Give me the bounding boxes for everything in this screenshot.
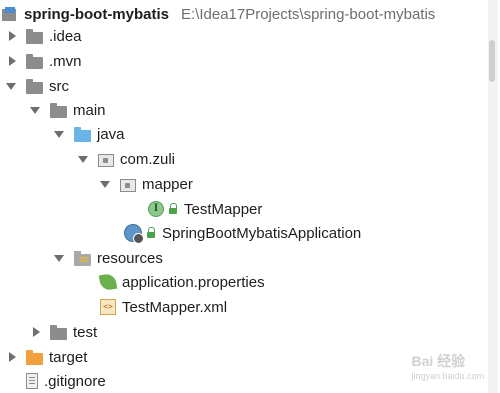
expand-arrow-icon[interactable]: [28, 325, 42, 339]
tree-item-resources[interactable]: resources: [52, 246, 163, 270]
source-folder-icon: [74, 126, 91, 142]
collapse-arrow-icon[interactable]: [98, 177, 112, 191]
interface-icon: I: [148, 201, 164, 217]
tree-item-mvn[interactable]: .mvn: [4, 49, 82, 73]
tree-item-label: java: [97, 125, 125, 143]
module-icon: [2, 7, 18, 21]
tree-item-main[interactable]: main: [28, 98, 106, 122]
tree-item-label: test: [73, 323, 98, 341]
tree-item-label: mapper: [142, 175, 193, 193]
tree-item-idea[interactable]: .idea: [4, 24, 82, 48]
tree-item-label: src: [49, 77, 69, 95]
tree-item-label: TestMapper: [184, 200, 263, 218]
expand-arrow-icon[interactable]: [4, 29, 18, 43]
tree-item-label: application.properties: [122, 273, 265, 291]
tree-item-gitignore[interactable]: .gitignore: [18, 369, 106, 393]
project-name: spring-boot-mybatis: [24, 5, 169, 23]
expand-arrow-icon[interactable]: [4, 350, 18, 364]
excluded-folder-icon: [26, 349, 43, 365]
text-file-icon: [26, 373, 38, 389]
collapse-arrow-icon[interactable]: [76, 152, 90, 166]
project-tree: spring-boot-mybatis E:\Idea17Projects\sp…: [0, 0, 486, 393]
tree-item-test[interactable]: test: [28, 320, 97, 344]
package-icon: [120, 178, 136, 192]
tree-item-label: com.zuli: [120, 150, 176, 168]
collapse-arrow-icon[interactable]: [28, 103, 42, 117]
folder-icon: [50, 324, 67, 340]
folder-icon: [50, 102, 67, 118]
resources-folder-icon: [74, 250, 91, 266]
collapse-arrow-icon[interactable]: [52, 251, 66, 265]
folder-icon: [26, 28, 43, 44]
tree-item-app-properties[interactable]: application.properties: [92, 270, 265, 294]
tree-item-label: target: [49, 348, 88, 366]
package-icon: [98, 153, 114, 167]
spring-leaf-icon: [98, 272, 118, 292]
tree-item-target[interactable]: target: [4, 345, 87, 369]
tree-item-src[interactable]: src: [4, 74, 69, 98]
collapse-arrow-icon[interactable]: [4, 79, 18, 93]
project-path: E:\Idea17Projects\spring-boot-mybatis: [181, 5, 436, 23]
tree-item-java[interactable]: java: [52, 122, 125, 146]
spring-boot-class-icon: [124, 224, 144, 244]
tree-root[interactable]: spring-boot-mybatis E:\Idea17Projects\sp…: [0, 2, 435, 26]
tree-item-label: .idea: [49, 27, 82, 45]
collapse-arrow-icon[interactable]: [52, 127, 66, 141]
tree-item-label: resources: [97, 249, 163, 267]
vertical-scrollbar[interactable]: [488, 0, 498, 393]
tree-item-label: .gitignore: [44, 372, 106, 390]
watermark: Bai 经验 jingyan.baidu.com: [411, 351, 484, 381]
watermark-main: Bai 经验: [411, 353, 466, 369]
lock-icon: [168, 203, 178, 215]
scrollbar-thumb[interactable]: [489, 40, 495, 82]
xml-file-icon: <>: [100, 299, 116, 315]
folder-icon: [26, 53, 43, 69]
lock-icon: [146, 227, 156, 239]
watermark-sub: jingyan.baidu.com: [411, 371, 484, 381]
tree-item-spring-app[interactable]: SpringBootMybatisApplication: [116, 221, 361, 245]
expand-arrow-icon[interactable]: [4, 54, 18, 68]
tree-item-test-mapper-xml[interactable]: <> TestMapper.xml: [92, 295, 227, 319]
tree-item-mapper[interactable]: mapper: [98, 172, 193, 196]
tree-item-label: .mvn: [49, 52, 82, 70]
tree-item-com-zuli[interactable]: com.zuli: [76, 147, 175, 171]
folder-icon: [26, 78, 43, 94]
tree-item-label: main: [73, 101, 106, 119]
tree-item-label: TestMapper.xml: [122, 298, 228, 316]
tree-item-label: SpringBootMybatisApplication: [162, 224, 362, 242]
tree-item-test-mapper[interactable]: I TestMapper: [140, 197, 262, 221]
